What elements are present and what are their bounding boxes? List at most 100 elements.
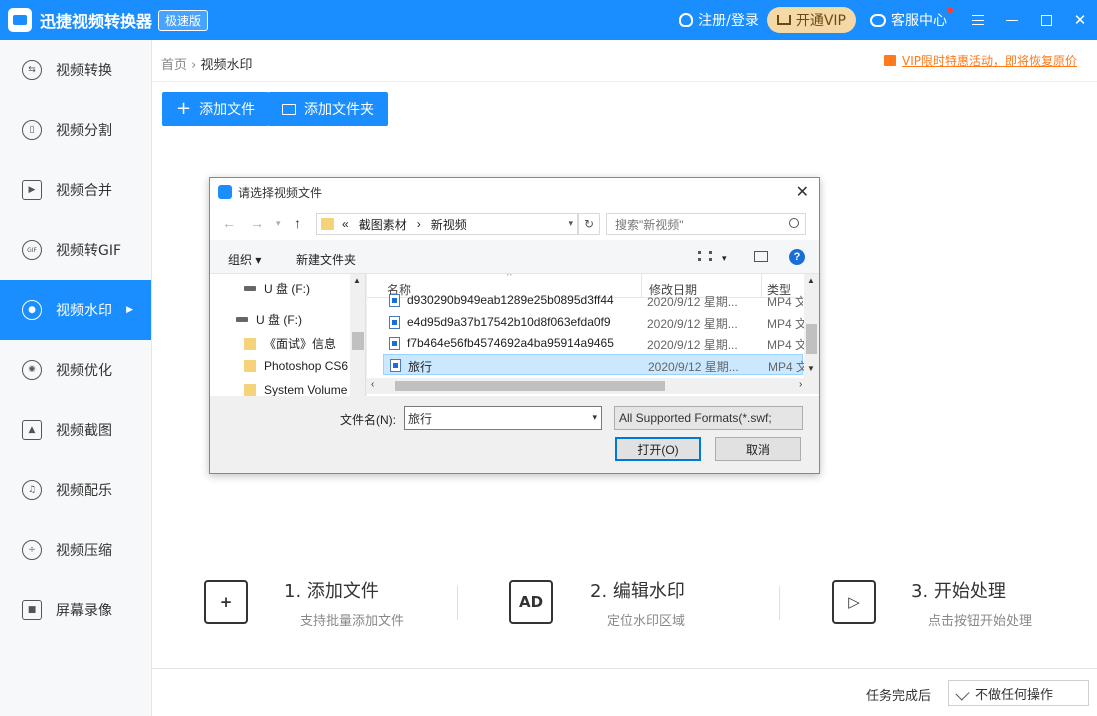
sidebar-item-label: 视频水印 [56,303,112,319]
breadcrumb-home[interactable]: 首页 [161,58,187,73]
scroll-up-icon[interactable]: ▲ [353,276,361,285]
tree-scroll-thumb[interactable] [352,332,364,350]
new-folder-button[interactable]: 新建文件夹 [296,251,356,268]
sidebar-item-music[interactable]: ♫ 视频配乐 [0,460,151,520]
sidebar-item-record[interactable]: ■ 屏幕录像 [0,580,151,640]
sidebar-item-label: 视频分割 [56,123,112,139]
file-name: f7b464e56fb4574692a4ba95914a9465 [407,336,614,350]
refresh-button[interactable]: ↻ [578,213,600,235]
video-file-icon [389,294,400,307]
organize-menu[interactable]: 组织 ▾ [228,251,261,268]
chevron-down-icon[interactable]: ▾ [592,412,597,423]
forward-arrow-icon[interactable]: → [250,215,264,231]
address-row: ← → ▾ ↑ « 截图素材 › 新视频 ▾ ↻ 搜索"新视频" [210,206,819,240]
add-file-button[interactable]: + 添加文件 [162,92,270,126]
folder-icon [244,360,256,372]
step-2-subtitle: 定位水印区域 [607,614,686,629]
file-type-value: All Supported Formats(*.swf; [619,411,772,425]
tree-scrollbar[interactable]: ▲ [350,274,365,396]
tree-item-label: U 盘 (F:) [264,282,310,296]
sidebar-item-optimize[interactable]: ✺ 视频优化 [0,340,151,400]
file-name: e4d95d9a37b17542b10d8f063efda0f9 [407,315,611,329]
crown-icon [776,15,791,25]
hscroll-thumb[interactable] [395,381,665,391]
sidebar-item-screenshot[interactable]: ▲ 视频截图 [0,400,151,460]
path-segment[interactable]: 新视频 [431,216,467,233]
add-folder-button[interactable]: 添加文件夹 [268,92,388,126]
address-dropdown-icon[interactable]: ▾ [568,218,573,229]
close-button[interactable]: ✕ [1063,0,1097,40]
file-row[interactable]: e4d95d9a37b17542b10d8f063efda0f9 2020/9/… [383,312,807,333]
promo-text: VIP限时特惠活动，即将恢复原价 [902,54,1077,68]
minimize-button[interactable] [995,0,1029,40]
sort-ascending-icon: ^ [507,274,512,282]
help-icon[interactable]: ? [789,249,805,265]
login-button[interactable]: 注册/登录 [679,10,759,30]
sidebar-item-convert[interactable]: ⇆ 视频转换 [0,40,151,100]
vscroll-thumb[interactable] [806,324,817,354]
sidebar-item-merge[interactable]: ▶ 视频合并 [0,160,151,220]
tree-item-drive[interactable]: U 盘 (F:) [244,280,310,297]
after-task-label: 任务完成后 [866,689,932,704]
sidebar-item-watermark[interactable]: ● 视频水印 ▶ [0,280,151,340]
cancel-button[interactable]: 取消 [715,437,801,461]
vip-button[interactable]: 开通VIP [766,7,856,33]
recent-dropdown-icon[interactable]: ▾ [276,218,281,229]
add-folder-label: 添加文件夹 [304,102,374,118]
promo-link[interactable]: VIP限时特惠活动，即将恢复原价 [884,52,1077,69]
sidebar-item-label: 视频截图 [56,423,112,439]
folder-icon [244,384,256,396]
up-arrow-icon[interactable]: ↑ [294,215,301,231]
edition-badge: 极速版 [158,9,209,31]
file-type-select[interactable]: All Supported Formats(*.swf; [614,406,803,430]
tree-item-folder[interactable]: Photoshop CS6 [244,359,348,373]
tree-item-drive[interactable]: U 盘 (F:) [236,311,302,328]
dialog-app-icon [218,185,232,199]
file-row[interactable]: d930290b949eab1289e25b0895d3ff44 2020/9/… [383,292,803,310]
file-list-hscrollbar[interactable]: ‹ › [367,378,819,394]
back-arrow-icon[interactable]: ← [222,215,236,231]
after-task-select[interactable]: 不做任何操作 [948,680,1089,706]
sidebar-item-split[interactable]: ▯ 视频分割 [0,100,151,160]
service-center-button[interactable]: 客服中心 [870,7,953,30]
path-segment[interactable]: 截图素材 [359,216,407,233]
dialog-close-icon[interactable]: ✕ [796,182,809,202]
watermark-icon: ● [22,300,42,320]
tree-item-folder[interactable]: 《面试》信息 [244,335,336,352]
file-list-vscrollbar[interactable]: ▲ ▼ [804,274,819,378]
menu-button[interactable] [961,0,995,40]
view-dropdown-icon[interactable]: ▾ [722,253,727,264]
maximize-button[interactable] [1029,0,1063,40]
file-row[interactable]: f7b464e56fb4574692a4ba95914a9465 2020/9/… [383,333,807,354]
tree-item-folder[interactable]: System Volume [244,383,347,396]
breadcrumb: 首页 › 视频水印 [161,54,253,73]
view-options-icon[interactable] [698,251,712,261]
filename-input[interactable]: 旅行 ▾ [404,406,602,430]
scroll-down-icon[interactable]: ▼ [807,364,815,373]
search-input[interactable]: 搜索"新视频" [606,213,806,235]
compress-icon: ÷ [22,540,42,560]
folder-icon [282,103,296,115]
sidebar-item-compress[interactable]: ÷ 视频压缩 [0,520,151,580]
file-date: 2020/9/12 星期... [647,295,738,309]
gif-icon: GIF [22,240,42,260]
sidebar-item-label: 屏幕录像 [56,603,112,619]
path-overflow[interactable]: « [342,217,349,231]
scroll-up-icon[interactable]: ▲ [807,276,815,285]
search-icon [789,218,799,228]
sidebar-item-label: 视频配乐 [56,483,112,499]
scroll-left-icon[interactable]: ‹ [371,379,374,390]
step-3-title: 3. 开始处理 [911,581,1006,602]
address-bar[interactable]: « 截图素材 › 新视频 ▾ [316,213,578,235]
scroll-right-icon[interactable]: › [799,379,802,390]
notification-dot [947,7,953,13]
open-button[interactable]: 打开(O) [615,437,701,461]
user-icon [679,13,694,27]
video-file-icon [389,337,400,350]
title-bar: 迅捷视频转换器 极速版 注册/登录 开通VIP 客服中心 ✕ [0,0,1097,40]
sidebar-item-label: 视频合并 [56,183,112,199]
file-row-selected[interactable]: 旅行 2020/9/12 星期... MP4 文 [383,354,808,375]
sidebar-item-gif[interactable]: GIF 视频转GIF [0,220,151,280]
sidebar-item-label: 视频转GIF [56,243,122,259]
preview-pane-icon[interactable] [754,251,768,262]
